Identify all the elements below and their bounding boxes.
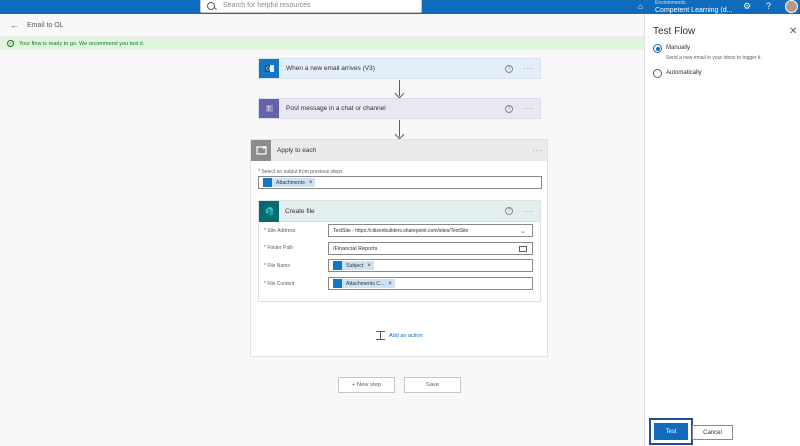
check-icon: ✓ bbox=[7, 40, 14, 47]
apply-select-input[interactable]: Attachments × bbox=[258, 176, 542, 189]
create-file-title: Create file bbox=[285, 207, 315, 215]
chevron-down-icon[interactable]: ⌄ bbox=[520, 227, 526, 235]
folder-path-value: /Financial Reports bbox=[333, 245, 378, 252]
file-content-input[interactable]: Attachments C... × bbox=[328, 277, 533, 290]
folder-path-input[interactable]: /Financial Reports bbox=[328, 242, 533, 255]
add-action-icon bbox=[376, 331, 385, 340]
ready-banner: ✓ Your flow is ready to go. We recommend… bbox=[0, 37, 644, 50]
site-address-label: * Site Address bbox=[264, 228, 296, 234]
close-icon[interactable]: ✕ bbox=[789, 26, 797, 37]
teams-icon: T bbox=[259, 99, 279, 118]
connector-arrow bbox=[399, 120, 400, 137]
close-icon[interactable]: × bbox=[367, 263, 371, 269]
connector-arrow bbox=[399, 80, 400, 96]
search-placeholder: Search for helpful resources bbox=[223, 2, 311, 9]
outlook-icon bbox=[263, 178, 272, 187]
more-icon[interactable]: ··· bbox=[523, 104, 534, 113]
svg-text:T: T bbox=[266, 106, 271, 113]
outlook-icon bbox=[333, 261, 342, 270]
help-icon[interactable]: ? bbox=[766, 1, 771, 11]
trigger-title: When a new email arrives (V3) bbox=[286, 65, 375, 72]
file-name-label: * File Name bbox=[264, 263, 291, 269]
back-arrow-icon[interactable]: ← bbox=[10, 20, 19, 30]
file-name-input[interactable]: Subject × bbox=[328, 259, 533, 272]
automatically-label: Automatically bbox=[666, 70, 702, 76]
test-button-highlight[interactable]: Test bbox=[649, 418, 693, 445]
panel-title: Test Flow bbox=[653, 26, 696, 37]
manually-radio[interactable] bbox=[653, 44, 662, 53]
folder-icon[interactable] bbox=[519, 245, 527, 252]
test-flow-panel: Test Flow ✕ Manually Send a new email in… bbox=[644, 14, 800, 446]
search-box[interactable]: Search for helpful resources bbox=[200, 0, 422, 13]
search-icon bbox=[207, 1, 215, 10]
automatically-radio[interactable] bbox=[653, 69, 662, 78]
teams-step[interactable]: T Post message in a chat or channel ? ··… bbox=[258, 98, 541, 119]
help-icon[interactable]: ? bbox=[505, 207, 513, 215]
apply-title: Apply to each bbox=[277, 147, 317, 154]
svg-text:O: O bbox=[266, 67, 270, 73]
site-address-dropdown[interactable]: TestSite - https://citizenbuilders.share… bbox=[328, 224, 533, 237]
environment-label: Environments bbox=[655, 0, 686, 6]
close-icon[interactable]: × bbox=[309, 180, 313, 186]
environment-name: Competent Learning (d... bbox=[655, 7, 733, 14]
environment-picker[interactable]: Environments Competent Learning (d... bbox=[655, 0, 732, 14]
flow-header: ← Email to OL bbox=[0, 14, 644, 37]
create-file-header[interactable]: S Create file ? ··· bbox=[259, 200, 540, 222]
apply-header[interactable]: Apply to each ··· bbox=[251, 140, 547, 161]
file-content-label: * File Content bbox=[264, 281, 295, 287]
manually-description: Send a new email in your inbox to trigge… bbox=[666, 55, 762, 61]
save-button[interactable]: Save bbox=[404, 377, 461, 393]
flow-title: Email to OL bbox=[27, 21, 64, 29]
new-step-button[interactable]: + New step bbox=[338, 377, 395, 393]
trigger-step[interactable]: O When a new email arrives (V3) ? ··· bbox=[258, 58, 541, 79]
help-icon[interactable]: ? bbox=[505, 64, 513, 73]
site-address-value: TestSite - https://citizenbuilders.share… bbox=[333, 227, 469, 234]
apply-select-label: * Select an output from previous steps bbox=[258, 169, 343, 175]
more-icon[interactable]: ··· bbox=[523, 64, 534, 73]
teams-title: Post message in a chat or channel bbox=[286, 105, 386, 112]
test-button[interactable]: Test bbox=[654, 423, 688, 440]
help-icon[interactable]: ? bbox=[505, 104, 513, 113]
avatar[interactable] bbox=[785, 0, 798, 13]
outlook-icon: O bbox=[259, 59, 279, 78]
add-action-link[interactable]: Add an action bbox=[376, 331, 423, 340]
subject-token[interactable]: Subject × bbox=[333, 261, 374, 270]
manually-label: Manually bbox=[666, 45, 691, 51]
folder-path-label: * Folder Path bbox=[264, 245, 294, 251]
more-icon[interactable]: ··· bbox=[523, 207, 534, 216]
more-icon[interactable]: ··· bbox=[532, 146, 543, 155]
outlook-icon bbox=[333, 279, 342, 288]
settings-icon[interactable]: ⚙ bbox=[743, 1, 751, 12]
close-icon[interactable]: × bbox=[388, 281, 392, 287]
attachments-content-token[interactable]: Attachments C... × bbox=[333, 279, 395, 288]
banner-text: Your flow is ready to go. We recommend y… bbox=[19, 40, 145, 47]
attachments-token[interactable]: Attachments × bbox=[263, 178, 316, 187]
cancel-button[interactable]: Cancel bbox=[692, 425, 733, 440]
loop-icon bbox=[251, 140, 271, 161]
environment-icon: ⌂ bbox=[638, 2, 643, 11]
sharepoint-icon: S bbox=[259, 200, 279, 222]
